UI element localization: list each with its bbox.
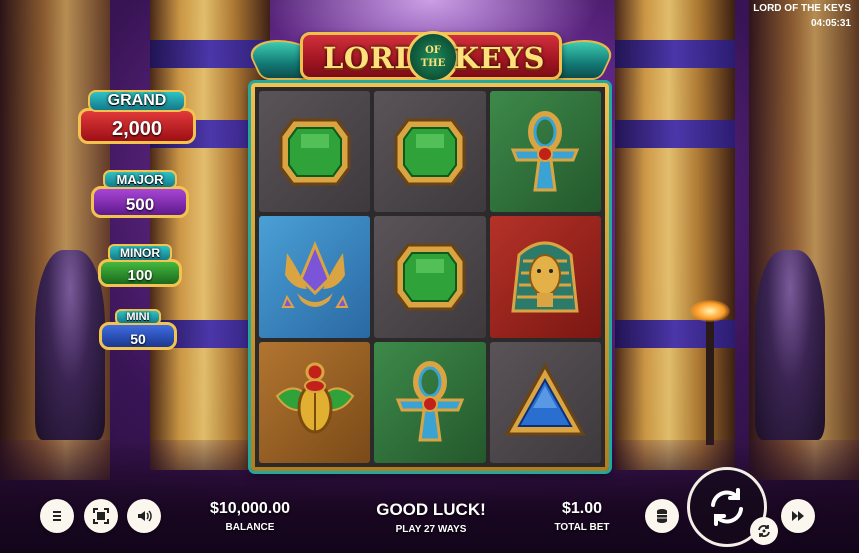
coins-icon (657, 509, 667, 523)
bet-settings-button[interactable] (645, 499, 679, 533)
green-gem-icon (394, 118, 466, 186)
fullscreen-icon (93, 508, 109, 524)
clock: 04:05:31 (810, 18, 851, 29)
status-display: GOOD LUCK! PLAY 27 WAYS (370, 500, 492, 535)
ankh-icon (395, 361, 465, 442)
reel-cell-green-gem (374, 216, 486, 338)
jackpot-grand: GRAND 2,000 (62, 90, 212, 144)
turbo-button[interactable] (781, 499, 815, 533)
total-bet-label: TOTAL BET (554, 522, 610, 533)
logo-word-of: OF (425, 45, 441, 56)
total-bet-display[interactable]: $1.00 TOTAL BET (540, 500, 624, 533)
green-gem-icon (279, 118, 351, 186)
pharaoh-icon (511, 241, 579, 313)
balance-display: $10,000.00 BALANCE (200, 500, 300, 533)
logo-plate: LORD OF THE KEYS (300, 31, 562, 83)
jackpot-minor-value: 100 (98, 259, 182, 287)
reel-frame (251, 83, 609, 471)
scarab-icon (275, 362, 354, 434)
jackpot-mini-value: 50 (99, 322, 177, 350)
autoplay-icon (758, 525, 770, 537)
reel-grid (259, 91, 601, 463)
balance-value: $10,000.00 (209, 500, 291, 517)
fast-forward-icon (792, 511, 804, 521)
reel-cell-blue-triangle-gem (489, 341, 601, 463)
ankh-icon (511, 110, 580, 192)
reel-cell-green-gem (374, 91, 486, 213)
total-bet-value: $1.00 (561, 500, 603, 517)
jackpot-grand-label: GRAND (87, 90, 187, 112)
ways-label: PLAY 27 WAYS (395, 524, 467, 535)
jackpot-minor-label: MINOR (108, 244, 172, 262)
jackpot-minor: MINOR 100 (90, 244, 190, 287)
torch-stand (706, 320, 714, 445)
background-pillar-right (615, 0, 735, 470)
status-message: GOOD LUCK! (376, 500, 486, 519)
jackpot-major-value: 500 (91, 186, 189, 218)
menu-button[interactable] (40, 499, 74, 533)
jackpot-mini: MINI 50 (92, 307, 184, 350)
jackpot-major: MAJOR 500 (80, 170, 200, 218)
hamburger-icon (53, 511, 61, 521)
logo-word-lord: LORD (323, 41, 420, 75)
reel-cell-lotus (259, 216, 371, 338)
game-name-label: LORD OF THE KEYS (753, 3, 851, 14)
reel-cell-ankh (374, 341, 486, 463)
reel-cell-ankh (489, 91, 601, 213)
game-logo: LORD OF THE KEYS (242, 22, 620, 84)
logo-word-the: THE (420, 58, 446, 69)
spin-arrows-icon (711, 488, 743, 526)
fullscreen-button[interactable] (84, 499, 118, 533)
balance-label: BALANCE (225, 522, 275, 533)
green-gem-icon (394, 243, 466, 311)
reel-cell-scarab (259, 341, 371, 463)
jackpot-grand-value: 2,000 (78, 108, 196, 144)
lotus-icon (281, 241, 349, 308)
reel-cell-green-gem (259, 91, 371, 213)
anubis-statue-right (755, 250, 825, 440)
speaker-icon (138, 510, 152, 522)
logo-medal: OF THE (407, 31, 459, 83)
autoplay-button[interactable] (750, 517, 778, 545)
torch-flame (690, 300, 730, 322)
blue-triangle-gem-icon (504, 363, 586, 436)
jackpot-major-label: MAJOR (102, 170, 178, 189)
sound-button[interactable] (127, 499, 161, 533)
reel-cell-pharaoh (489, 216, 601, 338)
logo-word-keys: KEYS (454, 41, 545, 75)
jackpot-mini-label: MINI (115, 309, 161, 325)
